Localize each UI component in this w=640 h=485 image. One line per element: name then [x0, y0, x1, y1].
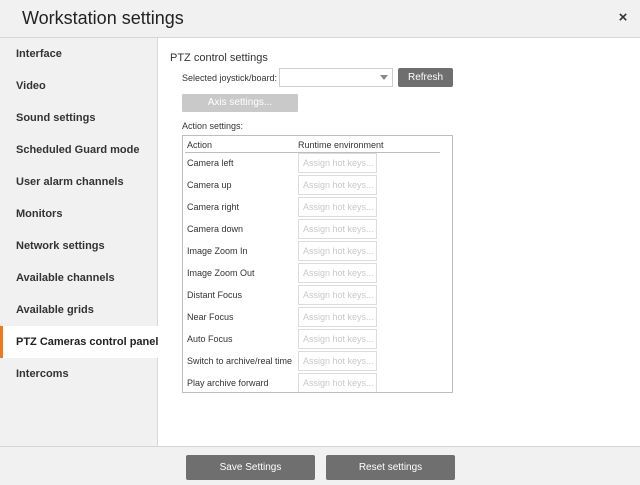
hotkey-field[interactable]: Assign hot keys... — [298, 175, 377, 195]
action-name: Camera left — [187, 158, 234, 168]
table-row: Camera left Assign hot keys... — [183, 153, 452, 175]
table-row: Play archive forward Assign hot keys... — [183, 373, 452, 392]
column-header-runtime: Runtime environment — [298, 140, 384, 150]
action-settings-label: Action settings: — [182, 121, 244, 131]
table-row: Near Focus Assign hot keys... — [183, 307, 452, 329]
sidebar: Interface Video Sound settings Scheduled… — [0, 38, 159, 446]
save-settings-button[interactable]: Save Settings — [186, 455, 315, 480]
close-icon[interactable]: × — [614, 9, 632, 27]
joystick-label: Selected joystick/board: — [182, 73, 278, 83]
table-row: Image Zoom Out Assign hot keys... — [183, 263, 452, 285]
joystick-select[interactable] — [279, 68, 393, 87]
sidebar-item-video[interactable]: Video — [0, 70, 158, 102]
hotkey-field[interactable]: Assign hot keys... — [298, 285, 377, 305]
sidebar-item-ptz-cameras-control-panel[interactable]: PTZ Cameras control panel — [0, 326, 159, 358]
hotkey-field[interactable]: Assign hot keys... — [298, 197, 377, 217]
sidebar-item-user-alarm-channels[interactable]: User alarm channels — [0, 166, 158, 198]
hotkey-field[interactable]: Assign hot keys... — [298, 153, 377, 173]
table-row: Distant Focus Assign hot keys... — [183, 285, 452, 307]
action-name: Play archive forward — [187, 378, 269, 388]
action-name: Image Zoom In — [187, 246, 248, 256]
action-settings-table[interactable]: Action Runtime environment Camera left A… — [182, 135, 453, 393]
main-panel: PTZ control settings Selected joystick/b… — [158, 38, 640, 446]
table-row: Camera right Assign hot keys... — [183, 197, 452, 219]
table-row: Camera down Assign hot keys... — [183, 219, 452, 241]
action-name: Camera down — [187, 224, 244, 234]
refresh-button[interactable]: Refresh — [398, 68, 453, 87]
hotkey-field[interactable]: Assign hot keys... — [298, 219, 377, 239]
footer-bar: Save Settings Reset settings — [0, 446, 640, 485]
sidebar-item-available-grids[interactable]: Available grids — [0, 294, 158, 326]
table-row: Auto Focus Assign hot keys... — [183, 329, 452, 351]
sidebar-item-available-channels[interactable]: Available channels — [0, 262, 158, 294]
sidebar-item-monitors[interactable]: Monitors — [0, 198, 158, 230]
hotkey-field[interactable]: Assign hot keys... — [298, 307, 377, 327]
sidebar-item-scheduled-guard-mode[interactable]: Scheduled Guard mode — [0, 134, 158, 166]
action-name: Camera up — [187, 180, 232, 190]
action-name: Switch to archive/real time — [187, 356, 293, 366]
hotkey-field[interactable]: Assign hot keys... — [298, 241, 377, 261]
title-bar: Workstation settings × — [0, 0, 640, 38]
table-row: Camera up Assign hot keys... — [183, 175, 452, 197]
hotkey-field[interactable]: Assign hot keys... — [298, 329, 377, 349]
sidebar-item-sound-settings[interactable]: Sound settings — [0, 102, 158, 134]
sidebar-item-intercoms[interactable]: Intercoms — [0, 358, 158, 390]
table-row: Image Zoom In Assign hot keys... — [183, 241, 452, 263]
action-name: Camera right — [187, 202, 240, 212]
action-name: Image Zoom Out — [187, 268, 255, 278]
action-name: Near Focus — [187, 312, 234, 322]
hotkey-field[interactable]: Assign hot keys... — [298, 263, 377, 283]
chevron-down-icon — [380, 75, 388, 80]
sidebar-item-interface[interactable]: Interface — [0, 38, 158, 70]
sidebar-item-network-settings[interactable]: Network settings — [0, 230, 158, 262]
action-name: Auto Focus — [187, 334, 233, 344]
window-title: Workstation settings — [22, 8, 184, 28]
hotkey-field[interactable]: Assign hot keys... — [298, 351, 377, 371]
table-row: Switch to archive/real time Assign hot k… — [183, 351, 452, 373]
column-header-action: Action — [187, 140, 213, 150]
axis-settings-button[interactable]: Axis settings... — [182, 94, 298, 112]
reset-settings-button[interactable]: Reset settings — [326, 455, 455, 480]
section-title: PTZ control settings — [170, 52, 268, 64]
hotkey-field[interactable]: Assign hot keys... — [298, 373, 377, 392]
action-name: Distant Focus — [187, 290, 243, 300]
